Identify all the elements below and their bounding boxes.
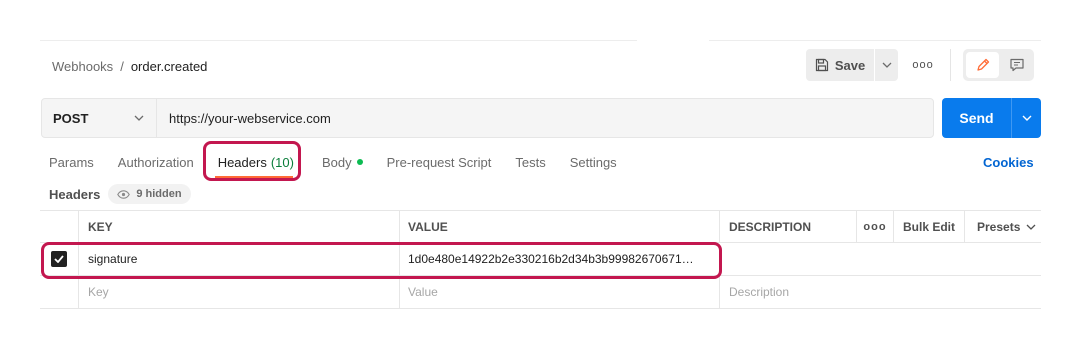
more-actions-button[interactable]: ooo (912, 58, 932, 72)
body-status-dot (356, 159, 363, 165)
breadcrumb: Webhooks / order.created (52, 57, 207, 75)
breadcrumb-current[interactable]: order.created (131, 59, 208, 74)
view-mode-toggle (963, 49, 1034, 81)
tab-label: Tests (515, 154, 546, 170)
send-options-button[interactable] (1011, 98, 1041, 138)
new-description-input[interactable]: Description (719, 276, 856, 308)
description-placeholder: Description (729, 285, 790, 299)
comment-icon (1009, 57, 1025, 73)
tab-body[interactable]: Body (322, 155, 363, 170)
value-placeholder: Value (408, 285, 438, 299)
new-row-checkbox-slot (40, 276, 78, 308)
headers-subheader: Headers 9 hidden (49, 184, 191, 204)
tab-label: Params (49, 154, 94, 170)
table-row-new: Key Value Description (40, 276, 1041, 309)
url-input[interactable]: https://your-webservice.com (157, 99, 933, 137)
more-dots: ooo (863, 221, 887, 233)
hidden-count-label: 9 hidden (136, 188, 182, 200)
tab-pre-request-script[interactable]: Pre-request Script (387, 155, 492, 170)
url-value: https://your-webservice.com (169, 110, 331, 126)
signature-row-highlight (41, 242, 722, 279)
select-column-header (40, 211, 78, 243)
header-description-cell[interactable] (719, 243, 856, 275)
presets-dropdown[interactable]: Presets (964, 211, 1041, 243)
column-options-button[interactable]: ooo (856, 211, 893, 243)
top-divider (40, 40, 1041, 41)
tab-label: Body (321, 154, 352, 170)
tab-label: Pre-request Script (386, 154, 492, 170)
tab-settings[interactable]: Settings (570, 155, 617, 170)
column-header-key: KEY (78, 211, 399, 243)
column-header-description: DESCRIPTION (719, 211, 856, 243)
save-button[interactable]: Save (806, 49, 874, 81)
presets-label: Presets (977, 220, 1021, 234)
tab-authorization[interactable]: Authorization (118, 155, 194, 170)
bulk-edit-button[interactable]: Bulk Edit (893, 211, 964, 243)
top-divider-gap (637, 40, 709, 41)
chevron-down-icon (882, 62, 892, 68)
edit-mode-button[interactable] (966, 52, 999, 78)
send-group: Send (942, 98, 1041, 138)
headers-tab-highlight (203, 141, 301, 181)
request-url-bar: POST https://your-webservice.com (41, 98, 934, 138)
new-value-input[interactable]: Value (399, 276, 719, 308)
toolbar-divider (950, 49, 951, 81)
method-value: POST (53, 110, 89, 126)
breadcrumb-parent[interactable]: Webhooks (52, 59, 113, 74)
comments-button[interactable] (1001, 52, 1032, 78)
request-tabs: Params Authorization Headers (10) Body P… (49, 152, 617, 172)
save-group: Save (806, 49, 898, 81)
tab-params[interactable]: Params (49, 155, 94, 170)
save-label: Save (834, 57, 866, 73)
chevron-down-icon (1022, 115, 1032, 121)
tab-label: Settings (569, 154, 617, 170)
method-select[interactable]: POST (42, 99, 157, 137)
chevron-down-icon (1026, 224, 1036, 230)
key-placeholder: Key (88, 285, 109, 299)
send-button[interactable]: Send (942, 98, 1011, 138)
headers-title: Headers (49, 186, 101, 202)
save-icon (815, 58, 829, 72)
column-header-value: VALUE (399, 211, 719, 243)
chevron-down-icon (134, 115, 144, 121)
breadcrumb-separator: / (120, 58, 124, 74)
new-key-input[interactable]: Key (78, 276, 399, 308)
save-options-button[interactable] (874, 49, 898, 81)
eye-icon (117, 189, 131, 199)
cookies-link[interactable]: Cookies (983, 152, 1034, 172)
table-header-row: KEY VALUE DESCRIPTION ooo Bulk Edit Pres… (40, 210, 1041, 243)
tab-label: Authorization (117, 154, 194, 170)
pencil-icon (975, 57, 991, 73)
hidden-headers-toggle[interactable]: 9 hidden (108, 184, 191, 204)
tab-tests[interactable]: Tests (515, 155, 545, 170)
